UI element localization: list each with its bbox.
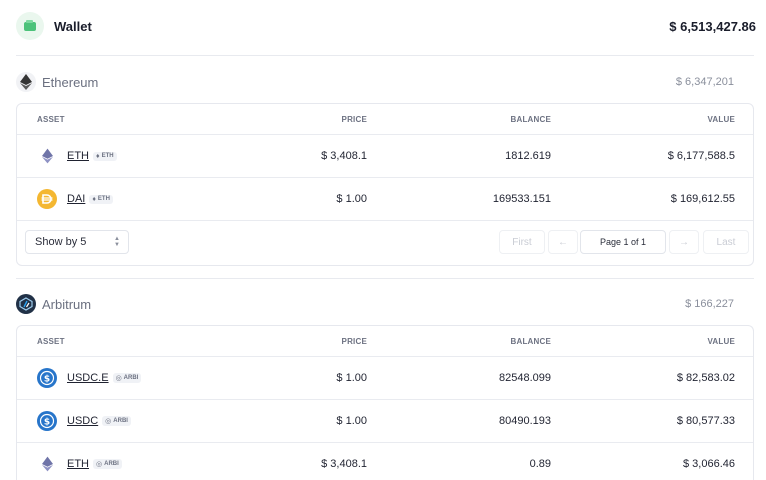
eth-token-icon xyxy=(37,146,57,166)
price-cell: $ 3,408.1 xyxy=(321,150,367,162)
arbitrum-mini-icon: ◎ xyxy=(105,418,112,425)
chain-badge: ◎ ARBI xyxy=(93,459,122,469)
column-header-balance: BALANCE xyxy=(510,336,551,346)
table-header-row: ASSET PRICE BALANCE VALUE xyxy=(17,104,753,135)
balance-cell: 80490.193 xyxy=(499,415,551,427)
wallet-header: Wallet $ 6,513,427.86 xyxy=(16,8,756,44)
ethereum-network-icon xyxy=(16,72,36,92)
select-arrows-icon: ▲ ▼ xyxy=(114,236,120,248)
eth-token-icon xyxy=(37,454,57,474)
ethereum-assets-table: ASSET PRICE BALANCE VALUE ETH ♦ ETH $ 3,4… xyxy=(16,103,754,266)
network-header-arbitrum: Arbitrum $ 166,227 xyxy=(16,292,754,316)
network-header-ethereum: Ethereum $ 6,347,201 xyxy=(16,70,754,94)
token-link[interactable]: USDC.E xyxy=(67,372,109,384)
network-total-value: $ 166,227 xyxy=(685,298,734,310)
column-header-balance: BALANCE xyxy=(510,114,551,124)
network-name: Ethereum xyxy=(42,74,99,90)
chain-badge: ◎ ARBI xyxy=(102,416,131,426)
chain-badge: ♦ ETH xyxy=(89,194,113,204)
price-cell: $ 1.00 xyxy=(336,372,367,384)
header-divider xyxy=(16,55,754,56)
table-row: $ USDC ◎ ARBI $ 1.00 80490.193 $ 80,577.3… xyxy=(17,400,753,443)
network-total-value: $ 6,347,201 xyxy=(675,76,734,88)
chain-badge: ◎ ARBI xyxy=(112,373,142,383)
last-page-button[interactable]: Last xyxy=(703,230,749,254)
arbitrum-network-icon xyxy=(16,294,36,314)
token-link[interactable]: DAI xyxy=(67,193,85,205)
token-link[interactable]: ETH xyxy=(67,458,89,470)
price-cell: $ 1.00 xyxy=(336,193,367,205)
table-header-row: ASSET PRICE BALANCE VALUE xyxy=(17,326,753,357)
table-row: $ USDC.E ◎ ARBI $ 1.00 82548.099 $ 82,583… xyxy=(17,357,753,400)
svg-text:$: $ xyxy=(44,418,50,428)
price-cell: $ 3,408.1 xyxy=(321,458,367,470)
column-header-price: PRICE xyxy=(341,336,367,346)
value-cell: $ 80,577.33 xyxy=(676,415,735,427)
section-divider xyxy=(16,278,754,279)
chain-badge: ♦ ETH xyxy=(93,151,117,161)
wallet-page: Wallet $ 6,513,427.86 Ethereum $ 6,347,2… xyxy=(0,0,766,480)
table-row: ETH ◎ ARBI $ 3,408.1 0.89 $ 3,066.46 xyxy=(17,443,753,480)
token-link[interactable]: USDC xyxy=(67,415,98,427)
eth-mini-icon: ♦ xyxy=(92,195,96,203)
table-row: DAI ♦ ETH $ 1.00 169533.151 $ 169,612.55 xyxy=(17,178,753,221)
first-page-button[interactable]: First xyxy=(499,230,545,254)
wallet-icon xyxy=(16,12,44,40)
wallet-total-value: $ 6,513,427.86 xyxy=(669,18,756,34)
arbitrum-mini-icon: ◎ xyxy=(96,461,103,468)
column-header-value: VALUE xyxy=(707,336,735,346)
dai-token-icon xyxy=(37,189,57,209)
balance-cell: 82548.099 xyxy=(499,372,551,384)
svg-text:$: $ xyxy=(44,375,50,385)
balance-cell: 0.89 xyxy=(529,458,551,470)
prev-page-button[interactable]: ← xyxy=(548,230,578,254)
balance-cell: 1812.619 xyxy=(505,150,551,162)
arbitrum-mini-icon: ◎ xyxy=(115,375,122,382)
network-name: Arbitrum xyxy=(42,296,92,312)
wallet-title: Wallet xyxy=(54,18,92,34)
column-header-asset: ASSET xyxy=(37,336,65,346)
arbitrum-assets-table: ASSET PRICE BALANCE VALUE $ USDC.E ◎ ARBI… xyxy=(16,325,754,480)
value-cell: $ 82,583.02 xyxy=(676,372,735,384)
column-header-value: VALUE xyxy=(707,114,735,124)
next-page-button[interactable]: → xyxy=(669,230,699,254)
usdc-token-icon: $ xyxy=(37,368,57,388)
value-cell: $ 3,066.46 xyxy=(683,458,735,470)
usdc-token-icon: $ xyxy=(37,411,57,431)
value-cell: $ 6,177,588.5 xyxy=(667,150,735,162)
eth-mini-icon: ♦ xyxy=(96,152,100,160)
balance-cell: 169533.151 xyxy=(492,193,551,205)
price-cell: $ 1.00 xyxy=(336,415,367,427)
pagination-footer: Show by 5 ▲ ▼ First ← Page 1 of 1 → Last xyxy=(17,221,753,265)
value-cell: $ 169,612.55 xyxy=(670,193,735,205)
show-by-select[interactable]: Show by 5 ▲ ▼ xyxy=(25,230,129,254)
table-row: ETH ♦ ETH $ 3,408.1 1812.619 $ 6,177,588.… xyxy=(17,135,753,178)
token-link[interactable]: ETH xyxy=(67,150,89,162)
column-header-price: PRICE xyxy=(341,114,367,124)
column-header-asset: ASSET xyxy=(37,114,65,124)
page-indicator: Page 1 of 1 xyxy=(580,230,666,254)
